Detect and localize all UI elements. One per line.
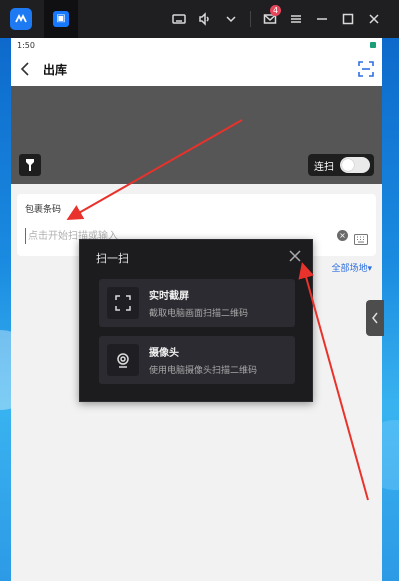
camera-option-text: 摄像头 使用电脑摄像头扫描二维码 xyxy=(149,344,257,376)
clear-icon[interactable]: × xyxy=(337,230,348,241)
back-button[interactable] xyxy=(11,52,39,86)
emulator-logo-icon[interactable] xyxy=(10,8,32,30)
webcam-icon xyxy=(107,344,139,376)
flashlight-icon xyxy=(26,159,34,171)
continuous-scan-label: 连扫 xyxy=(314,161,334,173)
emulator-tools: 4 xyxy=(166,0,399,38)
keyboard-input-icon[interactable] xyxy=(354,230,368,245)
volume-icon[interactable] xyxy=(192,6,218,32)
screenshot-scan-option[interactable]: 实时截屏 截取电脑画面扫描二维码 xyxy=(99,279,295,327)
camera-option-title: 摄像头 xyxy=(149,348,179,359)
status-time: 1:50 xyxy=(17,40,35,50)
emulator-toolbar: ▣ 4 xyxy=(0,0,399,38)
close-button[interactable] xyxy=(288,248,304,264)
toolbar-divider xyxy=(250,11,251,27)
status-bar: 1:50 xyxy=(11,38,382,52)
toggle-knob xyxy=(342,159,354,171)
app-tab-icon: ▣ xyxy=(53,11,69,27)
keyboard-icon[interactable] xyxy=(166,6,192,32)
chevron-down-icon[interactable] xyxy=(218,6,244,32)
camera-scan-option[interactable]: 摄像头 使用电脑摄像头扫描二维码 xyxy=(99,336,295,384)
screenshot-option-desc: 截取电脑画面扫描二维码 xyxy=(149,309,249,319)
screenshot-frame-icon xyxy=(107,287,139,319)
chevron-left-icon xyxy=(372,312,378,324)
mail-icon[interactable]: 4 xyxy=(257,5,283,32)
signal-icon xyxy=(370,42,376,48)
app-tab[interactable]: ▣ xyxy=(44,0,78,38)
continuous-scan-toggle[interactable]: 连扫 xyxy=(308,154,374,176)
close-icon xyxy=(289,250,301,262)
page-title: 出库 xyxy=(43,62,68,77)
close-window-icon[interactable] xyxy=(361,6,387,32)
all-sites-dropdown[interactable]: 全部场地▾ xyxy=(331,261,372,274)
menu-icon[interactable] xyxy=(283,6,309,32)
barcode-label: 包裹条码 xyxy=(25,205,62,215)
scan-popup-title: 扫一扫 xyxy=(96,252,129,265)
screenshot-option-text: 实时截屏 截取电脑画面扫描二维码 xyxy=(149,287,248,319)
scan-frame-button[interactable] xyxy=(358,61,374,77)
minimize-icon[interactable] xyxy=(309,6,335,32)
side-panel-handle[interactable] xyxy=(366,300,384,336)
chevron-left-icon xyxy=(20,62,29,76)
screenshot-option-title: 实时截屏 xyxy=(149,291,189,302)
maximize-icon[interactable] xyxy=(335,6,361,32)
nav-bar: 出库 xyxy=(11,52,382,86)
mail-badge: 4 xyxy=(270,5,281,16)
camera-preview: 连扫 xyxy=(11,86,382,184)
camera-option-desc: 使用电脑摄像头扫描二维码 xyxy=(149,366,258,376)
scan-popup: 扫一扫 实时截屏 截取电脑画面扫描二维码 摄像头 使用电脑摄像头扫描二维码 xyxy=(79,239,313,402)
scan-frame-icon xyxy=(358,61,374,77)
toggle-switch[interactable] xyxy=(340,157,370,173)
flashlight-button[interactable] xyxy=(19,154,41,176)
